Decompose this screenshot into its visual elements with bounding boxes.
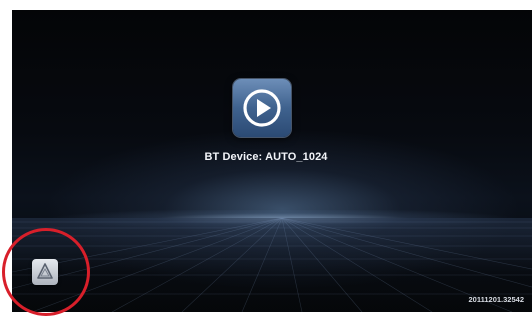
play-circle-icon: [243, 89, 281, 127]
grid-floor: [12, 218, 532, 312]
screenshot-frame: BT Device: AUTO_1024 20111201.32542: [0, 0, 532, 320]
play-app-icon[interactable]: [233, 79, 291, 137]
grid-floor-lines: [12, 218, 532, 312]
version-label: 20111201.32542: [468, 295, 524, 304]
bt-device-label: BT Device: AUTO_1024: [204, 151, 328, 163]
highlight-circle: [2, 228, 90, 316]
